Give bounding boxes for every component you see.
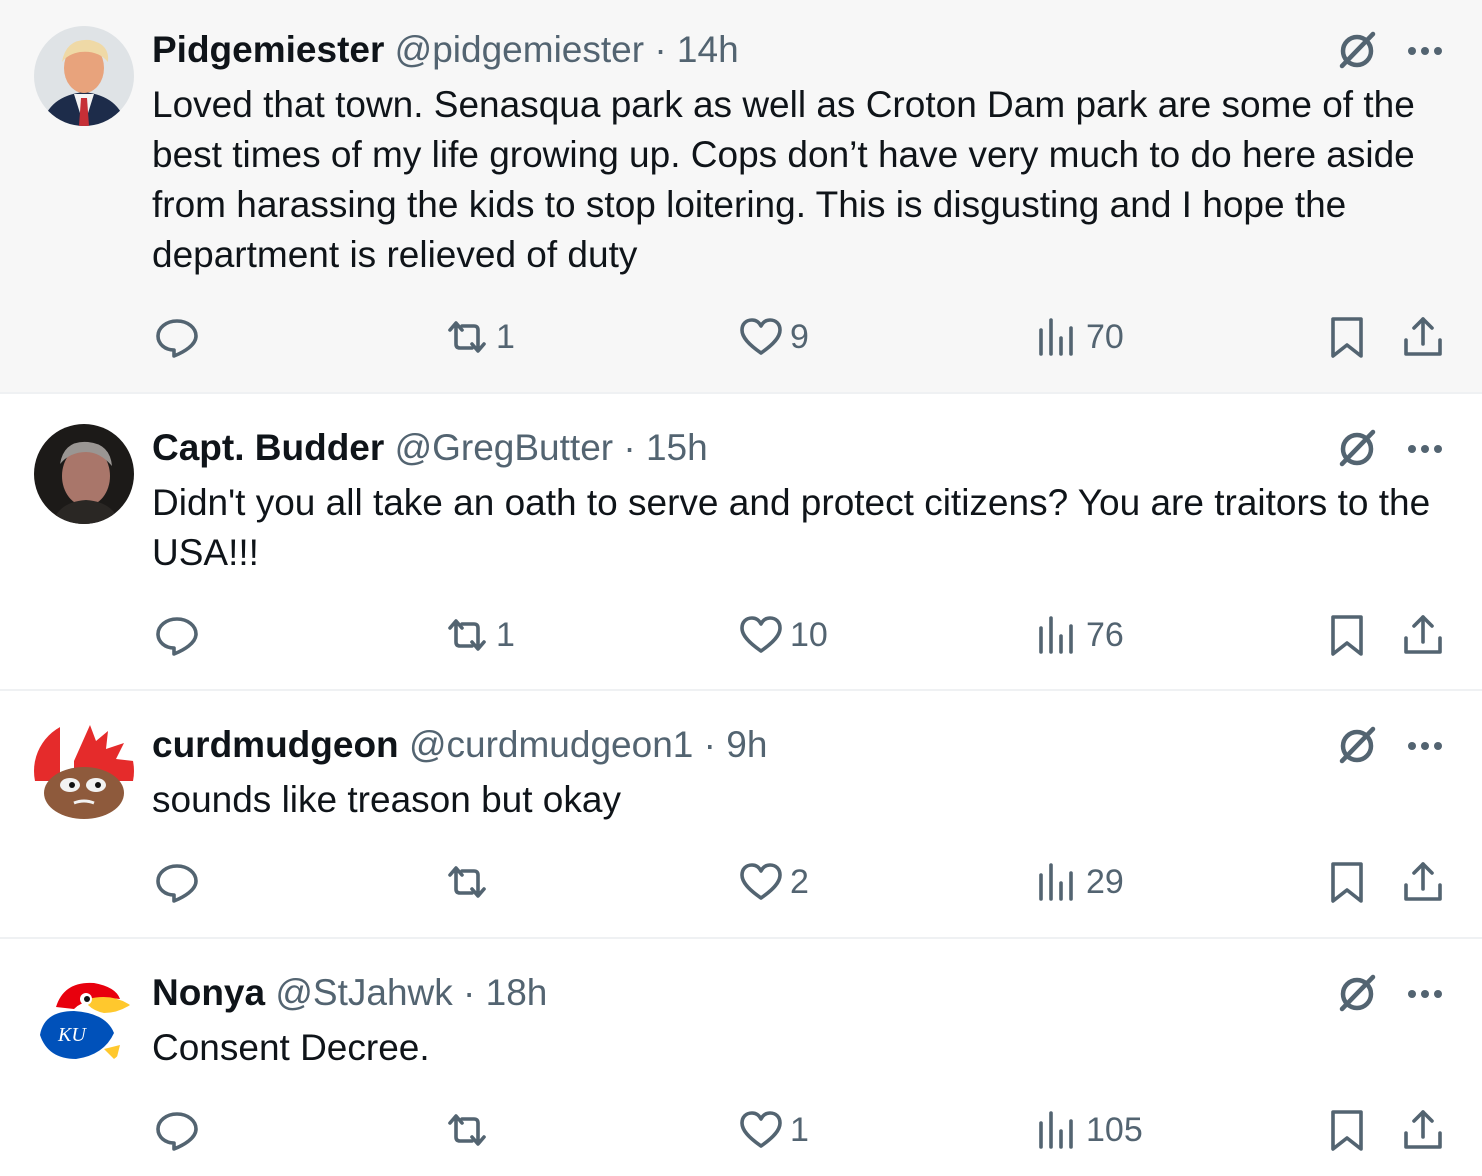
bookmark-button[interactable] — [1324, 312, 1370, 362]
views-button[interactable]: 70 — [1034, 312, 1124, 362]
views-button[interactable]: 76 — [1034, 610, 1124, 660]
share-button[interactable] — [1400, 312, 1446, 362]
tweet-header: Capt. Budder @GregButter · 15h — [152, 424, 708, 472]
share-icon — [1404, 862, 1442, 901]
bookmark-icon — [1331, 862, 1363, 903]
reply-icon — [156, 617, 198, 656]
like-button[interactable]: 2 — [738, 857, 809, 907]
tweet-text: sounds like treason but okay — [152, 779, 621, 820]
retweet-count: 1 — [496, 317, 515, 356]
views-icon — [1039, 318, 1073, 356]
bookmark-icon — [1331, 317, 1363, 358]
display-name[interactable]: curdmudgeon — [152, 724, 399, 765]
like-count: 2 — [790, 862, 809, 901]
action-bar: 1 10 76 — [0, 610, 1482, 660]
retweet-icon — [448, 866, 486, 898]
reply-button[interactable] — [154, 1105, 200, 1155]
grok-icon[interactable] — [1334, 426, 1380, 472]
tweet-header: Pidgemiester @pidgemiester · 14h — [152, 26, 739, 74]
retweet-button[interactable] — [444, 857, 496, 907]
views-count: 70 — [1086, 317, 1124, 356]
share-button[interactable] — [1400, 1105, 1446, 1155]
tweet[interactable]: KU Nonya @StJahwk · 18h Consent Decree. … — [0, 939, 1482, 1176]
more-icon[interactable] — [1402, 971, 1448, 1017]
like-button[interactable]: 1 — [738, 1105, 809, 1155]
like-button[interactable]: 10 — [738, 610, 828, 660]
tweet-header: curdmudgeon @curdmudgeon1 · 9h — [152, 721, 767, 769]
more-icon[interactable] — [1402, 723, 1448, 769]
tweet[interactable]: curdmudgeon @curdmudgeon1 · 9h sounds li… — [0, 691, 1482, 937]
share-button[interactable] — [1400, 857, 1446, 907]
share-icon — [1404, 317, 1442, 356]
action-bar: 1 105 — [0, 1105, 1482, 1155]
bookmark-icon — [1331, 1110, 1363, 1151]
like-button[interactable]: 9 — [738, 312, 809, 362]
tweet-text: Loved that town. Senasqua park as well a… — [152, 84, 1415, 275]
like-count: 10 — [790, 615, 828, 654]
retweet-icon — [448, 619, 486, 651]
like-icon — [740, 616, 782, 653]
reply-button[interactable] — [154, 610, 200, 660]
views-count: 29 — [1086, 862, 1124, 901]
views-icon — [1039, 616, 1073, 654]
reply-button[interactable] — [154, 312, 200, 362]
like-count: 9 — [790, 317, 809, 356]
action-bar: 2 29 — [0, 857, 1482, 907]
share-icon — [1404, 615, 1442, 654]
more-icon[interactable] — [1402, 426, 1448, 472]
action-bar: 1 9 70 — [0, 312, 1482, 362]
tweet-text: Consent Decree. — [152, 1027, 430, 1068]
timestamp[interactable]: · 9h — [704, 724, 768, 765]
retweet-icon — [448, 1114, 486, 1146]
bookmark-button[interactable] — [1324, 857, 1370, 907]
retweet-button[interactable]: 1 — [444, 610, 515, 660]
views-button[interactable]: 105 — [1034, 1105, 1143, 1155]
more-icon[interactable] — [1402, 28, 1448, 74]
avatar[interactable]: KU — [34, 969, 134, 1069]
like-icon — [740, 1111, 782, 1148]
username[interactable]: @curdmudgeon1 — [409, 724, 693, 765]
bookmark-button[interactable] — [1324, 610, 1370, 660]
tweet-header: Nonya @StJahwk · 18h — [152, 969, 547, 1017]
tweet-text: Didn't you all take an oath to serve and… — [152, 482, 1431, 573]
bookmark-icon — [1331, 615, 1363, 656]
tweet[interactable]: Pidgemiester @pidgemiester · 14h Loved t… — [0, 0, 1482, 392]
reply-icon — [156, 319, 198, 358]
display-name[interactable]: Pidgemiester — [152, 29, 384, 70]
grok-icon[interactable] — [1334, 723, 1380, 769]
avatar[interactable] — [34, 721, 134, 821]
grok-icon[interactable] — [1334, 971, 1380, 1017]
grok-icon[interactable] — [1334, 28, 1380, 74]
display-name[interactable]: Capt. Budder — [152, 427, 384, 468]
avatar[interactable] — [34, 424, 134, 524]
views-icon — [1039, 1111, 1073, 1149]
bookmark-button[interactable] — [1324, 1105, 1370, 1155]
like-count: 1 — [790, 1110, 809, 1149]
ku-logo-text: KU — [57, 1024, 87, 1046]
username[interactable]: @pidgemiester — [395, 29, 644, 70]
like-icon — [740, 863, 782, 900]
retweet-icon — [448, 321, 486, 353]
reply-button[interactable] — [154, 857, 200, 907]
reply-icon — [156, 1112, 198, 1151]
display-name[interactable]: Nonya — [152, 972, 265, 1013]
timestamp[interactable]: · 15h — [623, 427, 707, 468]
username[interactable]: @GregButter — [395, 427, 614, 468]
username[interactable]: @StJahwk — [275, 972, 452, 1013]
views-count: 105 — [1086, 1110, 1143, 1149]
avatar[interactable] — [34, 26, 134, 126]
tweet[interactable]: Capt. Budder @GregButter · 15h Didn't yo… — [0, 394, 1482, 689]
share-button[interactable] — [1400, 610, 1446, 660]
retweet-button[interactable]: 1 — [444, 312, 515, 362]
retweet-button[interactable] — [444, 1105, 496, 1155]
retweet-count: 1 — [496, 615, 515, 654]
like-icon — [740, 318, 782, 355]
timestamp[interactable]: · 14h — [654, 29, 738, 70]
views-count: 76 — [1086, 615, 1124, 654]
reply-icon — [156, 864, 198, 903]
views-icon — [1039, 863, 1073, 901]
views-button[interactable]: 29 — [1034, 857, 1124, 907]
timestamp[interactable]: · 18h — [463, 972, 547, 1013]
share-icon — [1404, 1110, 1442, 1149]
